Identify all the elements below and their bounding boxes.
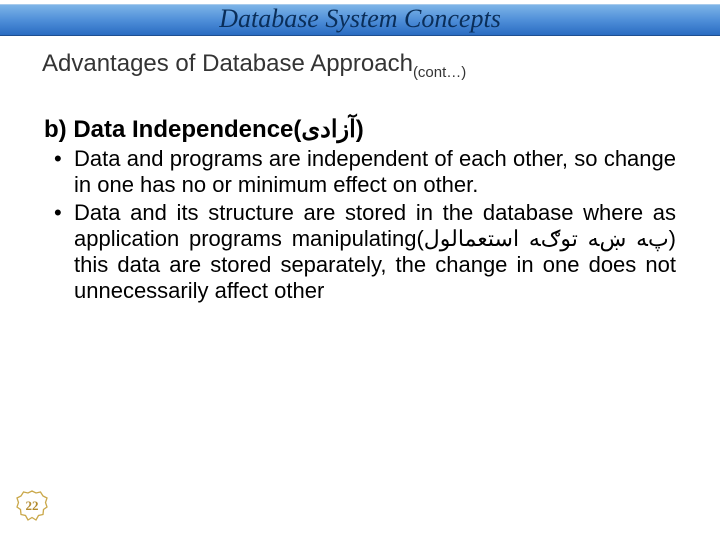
content-area: b) Data Independence(آزادی) Data and pro… [44,115,676,304]
slide-title: Database System Concepts [219,4,501,33]
bullet-text: Data and programs are independent of eac… [74,146,676,197]
slide-title-bar: Database System Concepts [0,4,720,36]
section-heading-paren: (آزادی) [293,116,363,143]
page-number-badge: 22 [16,490,48,522]
bullet-text-paren: (پﻪ ښﻪ ﺗﻮګﻪ ﺍﺳﺘﻌﻤﺎﻟﻮﻝ) [416,226,676,251]
list-item: Data and programs are independent of eac… [44,146,676,198]
section-heading: b) Data Independence(آزادی) [44,115,676,144]
page-number: 22 [26,498,39,514]
bullet-text-post: this data are stored separately, the cha… [74,252,676,303]
section-prefix: b) [44,116,67,143]
slide-subtitle: Advantages of Database Approach(cont…) [42,50,720,81]
subtitle-cont: (cont…) [413,64,466,81]
bullet-list: Data and programs are independent of eac… [44,146,676,304]
subtitle-main: Advantages of Database Approach [42,50,413,77]
section-heading-main: Data Independence [73,116,293,143]
list-item: Data and its structure are stored in the… [44,200,676,304]
